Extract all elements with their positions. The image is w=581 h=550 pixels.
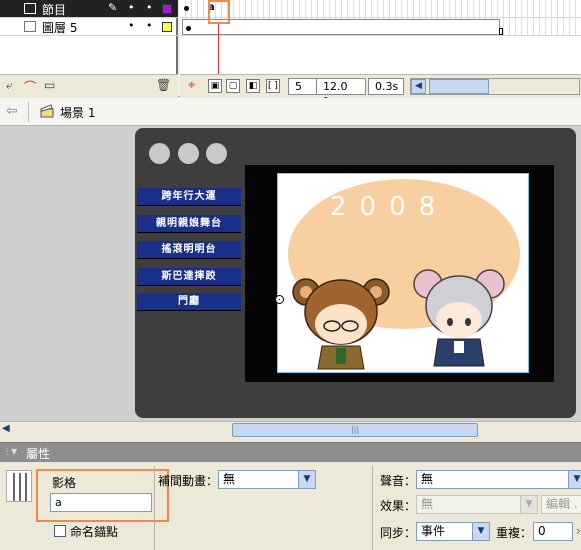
frame-grid[interactable]: a (180, 0, 581, 74)
properties-panel: 影格 a 補間動畫： 無 ▼ 命名錨點 聲音： 無 ▼ 效果： 無 ▼ 編輯 .… (0, 462, 581, 550)
outline-color-swatch[interactable] (162, 22, 172, 32)
timeline-panel: 節目 ✎ • • 圖層 5 • • ⤶ ⌒ ▭ 🗑 a ⌖ ▣ ▢ ◧ [] … (0, 0, 581, 108)
scroll-left-icon[interactable]: ◀ (411, 79, 426, 94)
divider (154, 466, 155, 550)
frame-section-label: 影格 (52, 476, 77, 490)
photo-image[interactable]: 2008 (277, 173, 529, 373)
photo-frame: 2008 (245, 165, 554, 382)
circle-decoration (149, 143, 170, 164)
repeat-count-input[interactable]: 0 (533, 522, 573, 541)
keyframe-dot[interactable] (184, 6, 189, 11)
stage-menu-button[interactable]: 搖滾明明台 (137, 241, 241, 258)
sync-select-value: 事件 (421, 524, 446, 538)
effect-select-value: 無 (421, 497, 434, 511)
chevron-down-icon[interactable]: ▼ (298, 471, 315, 488)
edit-multiple-frames-icon[interactable]: ◧ (246, 79, 260, 93)
sound-select[interactable]: 無 ▼ (416, 470, 581, 489)
onion-skin-outlines-icon[interactable]: ▢ (226, 79, 240, 93)
effect-label: 效果： (380, 499, 417, 513)
layer-toolbar: ⤶ ⌒ ▭ 🗑 (0, 74, 178, 97)
tween-label: 補間動畫： (158, 474, 219, 488)
scroll-left-icon[interactable]: ◀ (2, 423, 10, 434)
frame-track-program[interactable]: a (180, 0, 581, 18)
tween-select[interactable]: 無 ▼ (218, 470, 316, 489)
timeline-status-bar: ⌖ ▣ ▢ ◧ [ ] 5 12.0 fps 0.3s ◀ (180, 74, 581, 108)
keyframe-dot[interactable] (186, 26, 191, 31)
divider (372, 466, 373, 550)
frame-name-input[interactable]: a (50, 493, 152, 512)
center-frame-icon[interactable]: ⌖ (188, 78, 195, 93)
playhead-line[interactable] (218, 24, 219, 74)
sound-label: 聲音： (380, 474, 417, 488)
delete-layer-icon[interactable]: 🗑 (156, 78, 171, 92)
chevron-down-icon[interactable]: ▼ (520, 496, 537, 513)
lock-dot-icon[interactable]: • (146, 19, 153, 32)
layer-page-icon (24, 21, 36, 32)
named-anchor-checkbox[interactable] (54, 525, 66, 537)
sound-select-value: 無 (421, 472, 434, 486)
stage[interactable]: 跨年行大運 親明親娘舞台 搖滾明明台 斯巴達摔跤 門廳 2008 (135, 128, 576, 418)
chevron-down-icon[interactable]: ▼ (568, 471, 581, 488)
panel-grip-icon[interactable]: ⋮▼ (3, 447, 17, 456)
span-end-frame (499, 28, 503, 35)
timeline-hscrollbar[interactable]: ◀ (410, 78, 580, 95)
outline-color-swatch[interactable] (162, 4, 172, 14)
repeat-label: 重複： (496, 526, 533, 540)
stage-workspace: 跨年行大運 親明親娘舞台 搖滾明明台 斯巴達摔跤 門廳 2008 (0, 126, 581, 421)
frame-label-highlight: 影格 a (36, 469, 169, 522)
circle-decoration (206, 143, 227, 164)
circle-decoration (178, 143, 199, 164)
elapsed-time-field: 0.3s (368, 78, 404, 95)
properties-title: 屬性 (26, 447, 51, 461)
edit-bar: ⇦ 場景 1 (0, 98, 581, 126)
insert-folder-icon[interactable]: ▭ (44, 78, 55, 92)
scene-name[interactable]: 場景 1 (60, 104, 95, 121)
lock-dot-icon[interactable]: • (146, 1, 153, 14)
registration-point-icon (275, 295, 284, 304)
chibi-characters-illustration (292, 269, 505, 370)
visibility-dot-icon[interactable]: • (128, 19, 135, 32)
layer-row-layer5[interactable]: 圖層 5 • • (0, 18, 178, 36)
visibility-dot-icon[interactable]: • (128, 1, 135, 14)
stage-menu-button[interactable]: 斯巴達摔跤 (137, 268, 241, 285)
properties-header[interactable]: ⋮▼ 屬性 (0, 442, 581, 462)
layer-row-program[interactable]: 節目 ✎ • • (0, 0, 178, 18)
frame-rate-field: 12.0 fps (316, 78, 366, 108)
frame-track-layer5[interactable] (180, 18, 581, 36)
effect-select[interactable]: 無 ▼ (416, 495, 538, 514)
layer-page-icon (24, 3, 36, 14)
chevron-down-icon[interactable]: ▼ (472, 523, 489, 540)
scroll-thumb[interactable]: ||| (232, 423, 478, 437)
stage-menu-button[interactable]: 親明親娘舞台 (137, 215, 241, 232)
stage-menu-button[interactable]: 門廳 (137, 293, 241, 310)
insert-layer-icon[interactable]: ⤶ (6, 78, 13, 93)
pencil-icon: ✎ (108, 1, 118, 14)
divider (28, 102, 29, 122)
scene-clapper-icon (40, 104, 54, 118)
layer-name: 節目 (42, 3, 67, 17)
sync-label: 同步： (380, 526, 417, 540)
modify-onion-markers-icon[interactable]: [ ] (266, 79, 280, 93)
onion-skin-icon[interactable]: ▣ (208, 79, 222, 93)
tween-select-value: 無 (223, 472, 236, 486)
stage-menu-button[interactable]: 跨年行大運 (137, 188, 241, 205)
add-motion-guide-icon[interactable]: ⌒ (24, 78, 36, 95)
stage-hscrollbar[interactable]: ◀ ||| (0, 421, 581, 438)
back-arrow-icon[interactable]: ⇦ (6, 103, 18, 119)
stepper-arrow-icon[interactable]: › (576, 524, 581, 538)
edit-button[interactable]: 編輯 . (541, 495, 581, 514)
layer-list: 節目 ✎ • • 圖層 5 • • ⤶ ⌒ ▭ 🗑 (0, 0, 178, 97)
playhead-highlight[interactable] (208, 0, 230, 24)
frame-type-icon (6, 470, 32, 502)
layer-name: 圖層 5 (42, 21, 78, 35)
scroll-thumb[interactable] (429, 79, 489, 94)
named-anchor-label: 命名錨點 (70, 525, 119, 539)
sync-select[interactable]: 事件 ▼ (416, 522, 490, 541)
